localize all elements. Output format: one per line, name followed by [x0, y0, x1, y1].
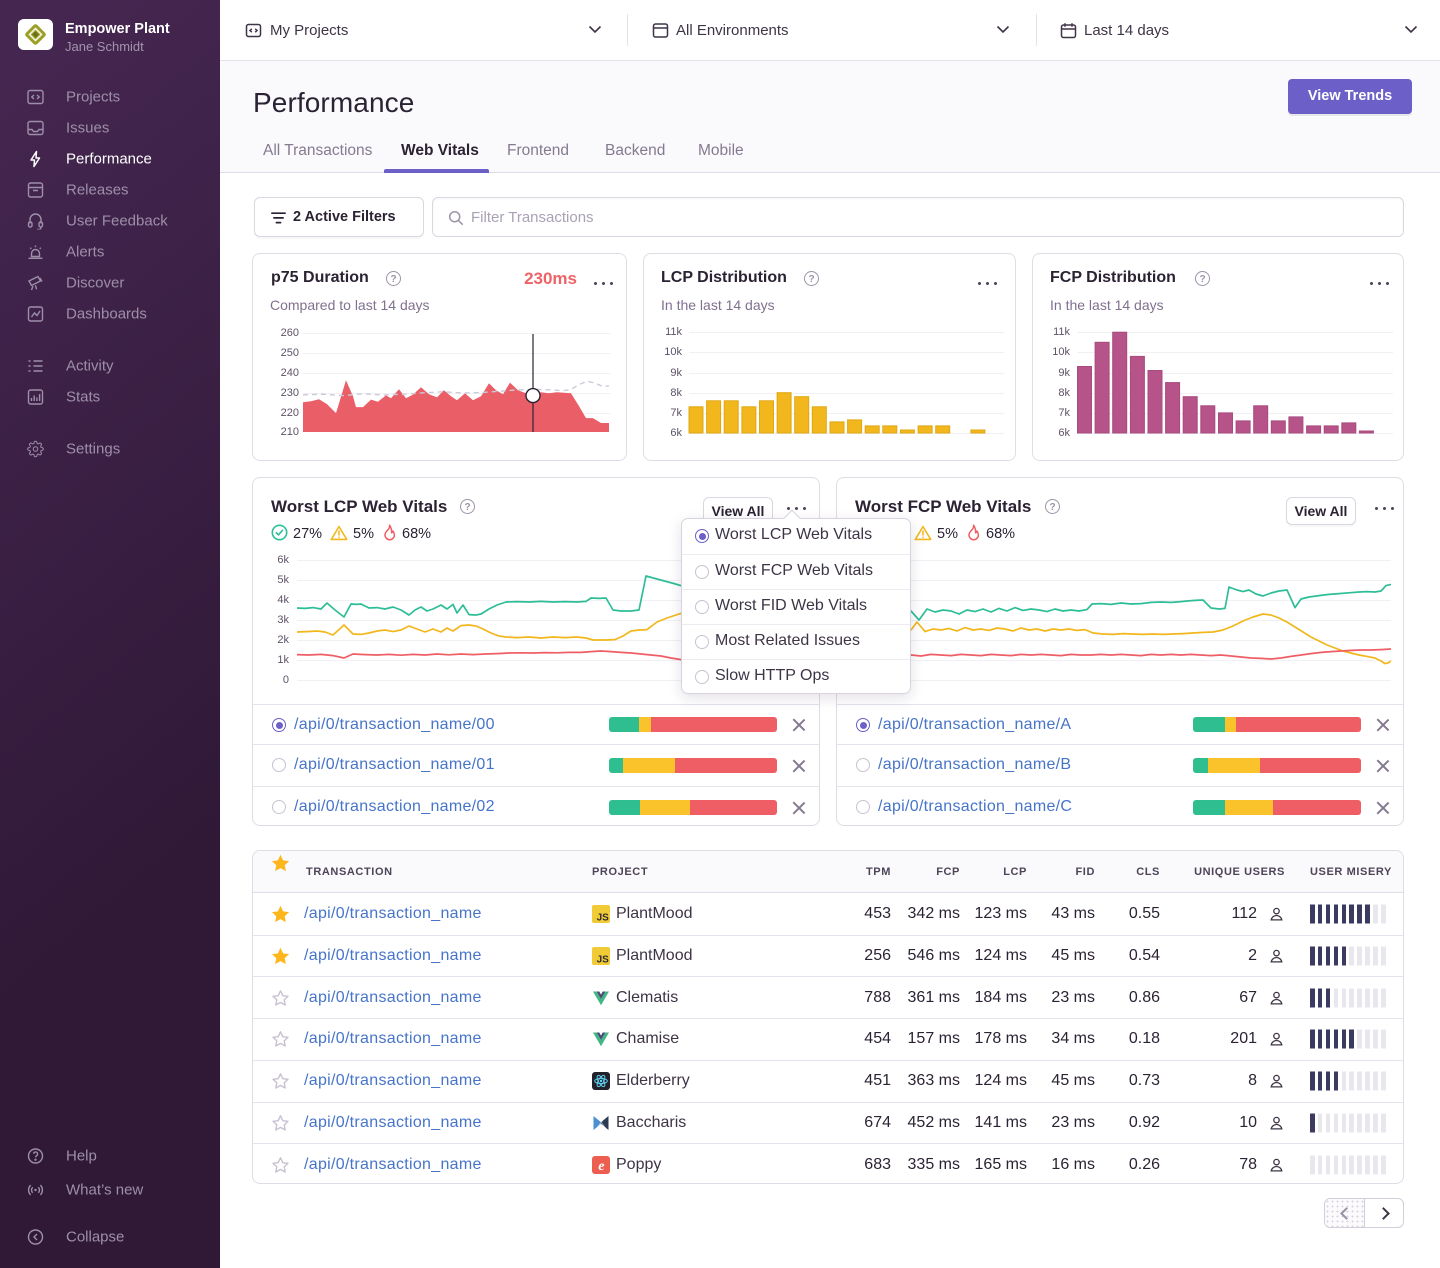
svg-text:JS: JS — [597, 955, 610, 965]
svg-text:e: e — [598, 1158, 604, 1173]
svg-text:JS: JS — [597, 912, 610, 922]
